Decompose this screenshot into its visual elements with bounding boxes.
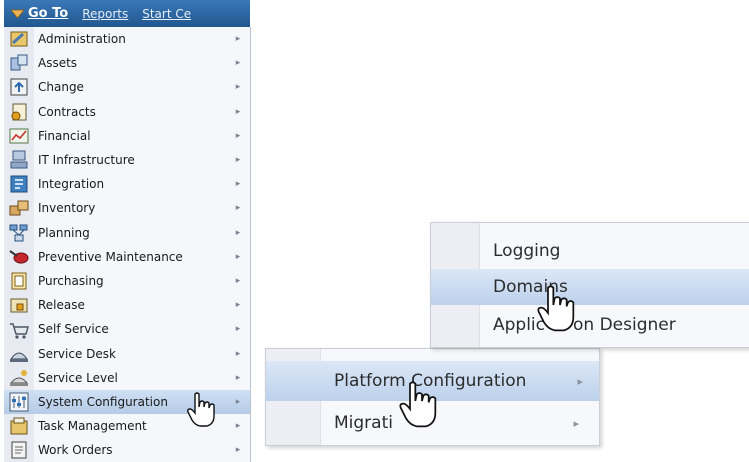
system-configuration-icon (8, 391, 30, 413)
submenu-arrow-icon: ▸ (235, 155, 241, 165)
menu-item-label: Contracts (38, 104, 96, 119)
menu-item-inventory[interactable]: Inventory ▸ (4, 196, 250, 220)
menu-item-planning[interactable]: Planning ▸ (4, 221, 250, 245)
contracts-icon (8, 101, 30, 123)
menu-item-contracts[interactable]: Contracts ▸ (4, 100, 250, 124)
menu-item-label: Migrati (334, 413, 393, 433)
inventory-icon (8, 197, 30, 219)
menu-item-service-desk[interactable]: Service Desk ▸ (4, 342, 250, 366)
menu-item-label: Planning (38, 225, 90, 240)
menu-item-label: Change (38, 80, 84, 95)
menu-item-it-infrastructure[interactable]: IT Infrastructure ▸ (4, 148, 250, 172)
menu-item-label: Logging (493, 241, 561, 261)
menu-item-financial[interactable]: Financial ▸ (4, 124, 250, 148)
it-infrastructure-icon (8, 149, 30, 171)
menu-item-label: Purchasing (38, 274, 104, 288)
menu-item-service-level[interactable]: Service Level ▸ (4, 366, 250, 390)
menu-item-administration[interactable]: Administration ▸ (4, 27, 250, 51)
menu-item-self-service[interactable]: Self Service ▸ (4, 317, 250, 341)
menu-item-application-designer[interactable]: Applic on Designer (431, 307, 749, 343)
service-level-icon (8, 367, 30, 389)
chevron-down-icon[interactable] (10, 7, 24, 21)
menu-item-label: Administration (38, 32, 126, 46)
submenu-arrow-icon: ▸ (235, 348, 241, 359)
menu-item-purchasing[interactable]: Purchasing ▸ (4, 269, 250, 293)
menu-item-integration[interactable]: Integration ▸ (4, 172, 250, 196)
administration-icon (8, 28, 30, 50)
menu-item-label: Inventory (38, 201, 96, 216)
menu-item-work-orders[interactable]: Work Orders ▸ (4, 438, 250, 462)
submenu-arrow-icon: ▸ (235, 324, 241, 335)
menu-item-label: Preventive Maintenance (38, 249, 183, 264)
submenu-arrow-icon: ▸ (235, 179, 241, 190)
hand-cursor-icon (187, 392, 215, 427)
hand-cursor-icon (399, 381, 437, 428)
submenu-arrow-icon: ▸ (235, 34, 241, 44)
submenu-arrow-icon: ▸ (235, 397, 241, 407)
reports-link[interactable]: Reports (82, 7, 128, 21)
menu-item-domains[interactable]: Domains (431, 269, 749, 305)
planning-icon (8, 222, 30, 244)
menu-item-label: Service Desk (38, 346, 116, 361)
submenu-arrow-icon: ▸ (573, 416, 579, 430)
menu-item-assets[interactable]: Assets ▸ (4, 51, 250, 75)
hand-cursor-icon (537, 285, 575, 332)
menu-item-change[interactable]: Change ▸ (4, 75, 250, 99)
submenu-arrow-icon: ▸ (235, 276, 241, 286)
purchasing-icon (8, 270, 30, 292)
submenu-arrow-icon: ▸ (235, 203, 241, 214)
goto-bar: Go To Reports Start Ce (4, 0, 250, 27)
submenu-arrow-icon: ▸ (235, 445, 241, 456)
submenu-arrow-icon: ▸ (235, 372, 241, 383)
menu-item-preventive-maintenance[interactable]: Preventive Maintenance ▸ (4, 245, 250, 269)
menu-item-logging[interactable]: Logging (431, 233, 749, 269)
submenu-arrow-icon: ▸ (235, 251, 241, 262)
integration-icon (8, 173, 30, 195)
change-icon (8, 76, 30, 98)
menu-item-label-rest: on Designer (573, 315, 676, 335)
menu-item-label: Self Service (38, 322, 109, 337)
task-management-icon (8, 415, 30, 437)
submenu-arrow-icon: ▸ (235, 227, 241, 238)
service-desk-icon (8, 343, 30, 365)
financial-icon (8, 125, 30, 147)
menu-item-label: Integration (38, 177, 105, 192)
submenu-arrow-icon: ▸ (235, 130, 241, 141)
submenu-arrow-icon: ▸ (235, 82, 241, 93)
start-center-link[interactable]: Start Ce (142, 7, 191, 21)
platform-configuration-submenu: Logging Domains Applic on Designer (430, 222, 749, 348)
menu-item-release[interactable]: Release ▸ (4, 293, 250, 317)
work-orders-icon (8, 439, 30, 461)
submenu-arrow-icon: ▸ (235, 300, 241, 311)
submenu-arrow-icon: ▸ (235, 421, 241, 432)
menu-item-label: Release (38, 298, 85, 313)
assets-icon (8, 52, 30, 74)
preventive-maintenance-icon (8, 246, 30, 268)
submenu-arrow-icon: ▸ (577, 374, 583, 388)
menu-item-label: Assets (38, 56, 78, 71)
submenu-arrow-icon: ▸ (235, 58, 241, 69)
menu-item-label: Work Orders (38, 443, 113, 458)
menu-item-label: Financial (38, 128, 91, 143)
goto-menu-button[interactable]: Go To (28, 6, 68, 21)
menu-item-label: IT Infrastructure (38, 153, 135, 167)
submenu-arrow-icon: ▸ (235, 106, 241, 117)
menu-item-label: Service Level (38, 370, 118, 385)
self-service-icon (8, 318, 30, 340)
release-icon (8, 294, 30, 316)
